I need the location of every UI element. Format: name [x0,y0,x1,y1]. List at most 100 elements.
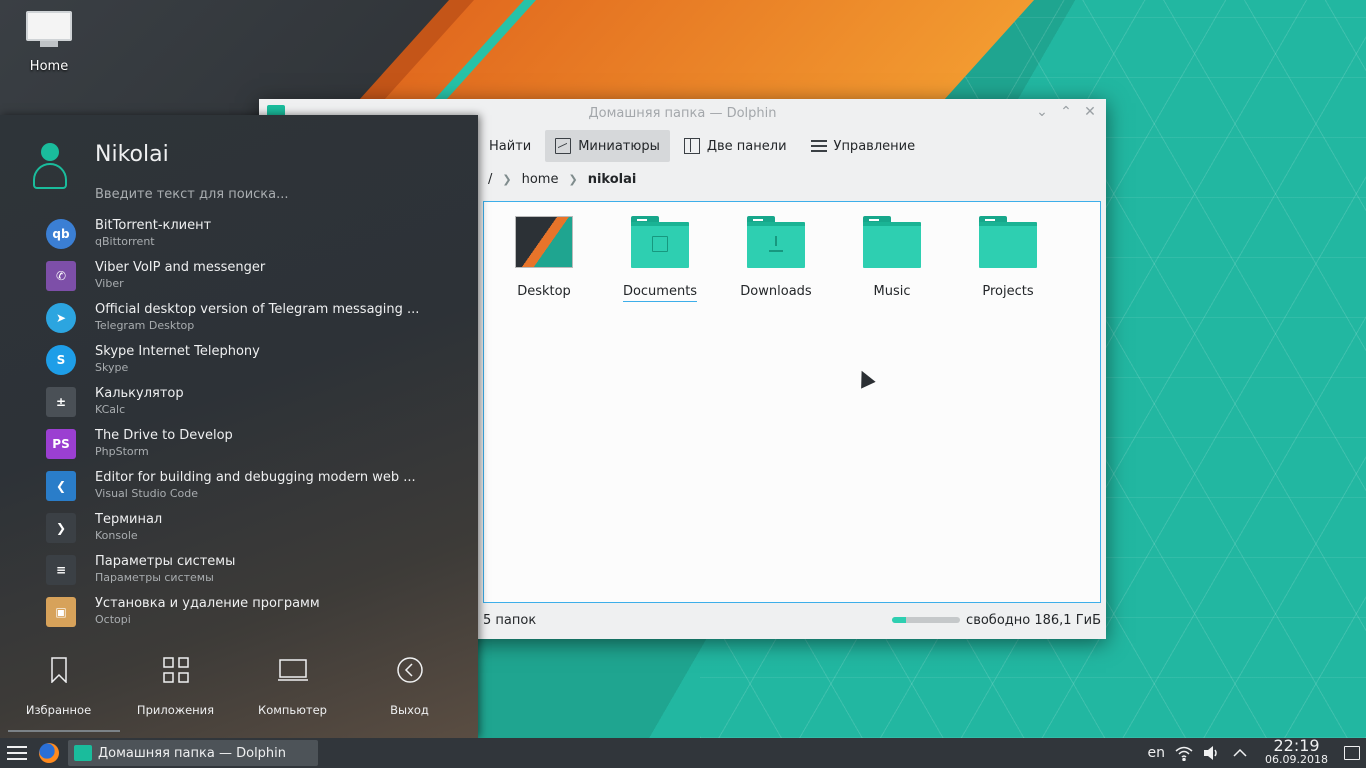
file-item-desktop[interactable]: Desktop [486,216,602,302]
split-view-button[interactable]: Две панели [674,130,797,162]
digital-clock[interactable]: 22:19 06.09.2018 [1265,736,1328,767]
dolphin-app-icon [74,745,92,761]
file-item-name: Downloads [740,284,812,299]
launcher-app-desc: Skype [95,361,129,374]
launcher-app-item[interactable]: ▣ Установка и удаление программ Octopi [0,591,478,633]
keyboard-layout[interactable]: en [1148,745,1166,761]
minimize-button[interactable]: ⌄ [1034,103,1050,121]
launcher-app-item[interactable]: qb BitTorrent-клиент qBittorrent [0,213,478,255]
search-button[interactable]: Найти [479,130,541,162]
launcher-app-item[interactable]: ➤ Official desktop version of Telegram me… [0,297,478,339]
launcher-username: Nikolai [95,142,169,167]
file-item-name: Documents [622,284,698,302]
show-desktop-icon[interactable] [1344,746,1360,760]
application-menu-button[interactable] [0,738,34,768]
launcher-app-item[interactable]: ❯ Терминал Konsole [0,507,478,549]
file-item-documents[interactable]: Documents [602,216,718,302]
monitor-icon [26,11,72,41]
launcher-app-desc: Octopi [95,613,131,626]
breadcrumb-home[interactable]: home [522,172,559,187]
hamburger-icon [810,140,827,152]
nav-favorites[interactable]: Избранное [0,655,117,717]
nav-applications[interactable]: Приложения [117,655,234,717]
grid-icon [117,655,234,685]
split-view-button-label: Две панели [706,138,787,154]
clock-time: 22:19 [1273,736,1320,755]
launcher-app-item[interactable]: ✆ Viber VoIP and messenger Viber [0,255,478,297]
taskbar: Домашняя папка — Dolphin en 22:19 06.09.… [0,738,1366,768]
firefox-launcher[interactable] [34,738,64,768]
free-space-indicator[interactable]: свободно 186,1 ГиБ [892,613,1101,628]
launcher-app-name: Official desktop version of Telegram mes… [95,302,420,317]
clock-date: 06.09.2018 [1265,753,1328,766]
chevron-right-icon: ❯ [568,172,578,186]
chevron-right-icon: ❯ [502,172,512,186]
close-button[interactable]: ✕ [1082,103,1098,121]
chevron-up-icon[interactable] [1231,744,1249,762]
hamburger-icon [7,746,27,760]
thumbnails-button[interactable]: Миниатюры [545,130,670,162]
launcher-app-desc: qBittorrent [95,235,155,248]
file-view[interactable]: Desktop Documents Downloads Music Projec… [483,201,1101,603]
launcher-app-desc: Konsole [95,529,138,542]
terminal-icon: ❯ [46,513,76,543]
calculator-icon: ± [46,387,76,417]
launcher-app-desc: Telegram Desktop [95,319,195,332]
folder-count: 5 папок [483,612,537,628]
desktop-home-label: Home [29,59,69,74]
wifi-icon[interactable] [1175,744,1193,762]
launcher-app-item[interactable]: S Skype Internet Telephony Skype [0,339,478,381]
image-icon [555,138,572,154]
qbittorrent-icon: qb [46,219,76,249]
launcher-app-desc: KCalc [95,403,126,416]
launcher-app-name: Установка и удаление программ [95,596,320,611]
volume-icon[interactable] [1203,744,1221,762]
launcher-app-name: The Drive to Develop [95,428,233,443]
maximize-button[interactable]: ⌃ [1058,103,1074,121]
launcher-app-item[interactable]: ± Калькулятор KCalc [0,381,478,423]
user-avatar[interactable] [32,143,68,191]
folder-documents-icon [631,216,689,268]
launcher-app-desc: Viber [95,277,124,290]
laptop-icon [234,655,351,685]
launcher-app-desc: PhpStorm [95,445,149,458]
launcher-app-item[interactable]: ❮ Editor for building and debugging moder… [0,465,478,507]
nav-leave-label: Выход [390,703,429,717]
file-item-projects[interactable]: Projects [950,216,1066,302]
launcher-app-name: Skype Internet Telephony [95,344,260,359]
file-item-name: Music [873,284,911,299]
nav-active-indicator [8,730,120,732]
launcher-app-list: qb BitTorrent-клиент qBittorrent ✆ Viber VoI… [0,213,478,633]
launcher-app-item[interactable]: ≡ Параметры системы Параметры системы [0,549,478,591]
folder-downloads-icon [747,216,805,268]
window-title: Домашняя папка — Dolphin [588,105,777,121]
desktop-home-icon[interactable]: Home [14,8,84,74]
breadcrumb-root[interactable]: / [488,172,492,187]
control-menu-button[interactable]: Управление [801,130,926,162]
search-button-label: Найти [489,138,532,154]
nav-computer[interactable]: Компьютер [234,655,351,717]
nav-computer-label: Компьютер [258,703,327,717]
system-tray: en 22:19 06.09.2018 [1148,736,1366,767]
vscode-icon: ❮ [46,471,76,501]
file-item-downloads[interactable]: Downloads [718,216,834,302]
launcher-app-item[interactable]: PS The Drive to Develop PhpStorm [0,423,478,465]
folder-icon [979,216,1037,268]
viber-icon: ✆ [46,261,76,291]
launcher-app-name: Калькулятор [95,386,184,401]
phpstorm-icon: PS [46,429,76,459]
telegram-icon: ➤ [46,303,76,333]
breadcrumb-current[interactable]: nikolai [588,172,637,187]
file-item-name: Desktop [517,284,571,299]
nav-leave[interactable]: Выход [351,655,468,717]
back-circle-icon [351,655,468,685]
control-menu-label: Управление [833,138,916,154]
thumbnails-button-label: Миниатюры [578,138,660,154]
file-item-music[interactable]: Music [834,216,950,302]
launcher-app-name: Viber VoIP and messenger [95,260,266,275]
free-space-bar [892,617,961,623]
free-space-text: свободно 186,1 ГиБ [966,612,1101,628]
launcher-app-desc: Параметры системы [95,571,214,584]
launcher-search-input[interactable]: Введите текст для поиска... [95,187,289,202]
task-dolphin[interactable]: Домашняя папка — Dolphin [68,740,318,766]
